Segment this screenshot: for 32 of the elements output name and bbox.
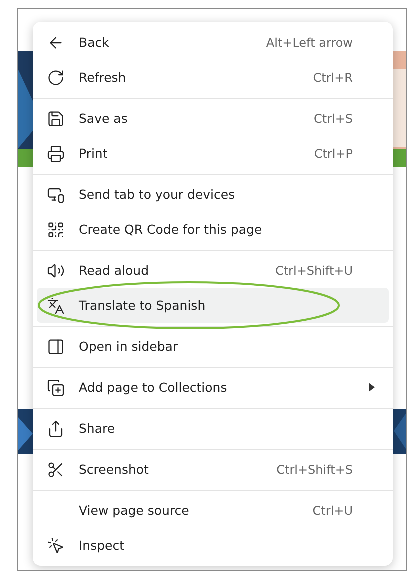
qr-code-icon [47,220,65,238]
menu-item[interactable]: Send tab to your devices [37,177,389,212]
menu-item[interactable]: Read aloud Ctrl+Shift+U [37,253,389,288]
refresh-icon [47,68,65,86]
cursor-icon [47,536,65,554]
collections-add-icon [47,378,65,396]
printer-icon [47,144,65,162]
menu-item[interactable]: Screenshot Ctrl+Shift+S [37,452,389,487]
speaker-icon [47,262,65,280]
menu-item[interactable]: Add page to Collections [37,370,389,405]
devices-icon [47,186,65,204]
menu-item[interactable]: Share [37,411,389,446]
sidebar-icon [47,338,65,356]
shortcut-text: Ctrl+Shift+U [275,264,353,278]
shortcut-text: Ctrl+Shift+S [276,462,353,476]
translate-icon [47,296,65,314]
share-icon [47,420,65,438]
menu-item[interactable]: Back Alt+Left arrow [37,25,389,60]
shortcut-text: Ctrl+S [314,112,353,126]
scissors-icon [47,460,65,478]
menu-item[interactable]: Refresh Ctrl+R [37,60,389,95]
menu-item[interactable]: Create QR Code for this page [37,212,389,247]
menu-item[interactable]: Save as Ctrl+S [37,101,389,136]
shortcut-text: Alt+Left arrow [266,36,353,50]
shortcut-text: Ctrl+P [314,146,353,160]
menu-item[interactable]: Inspect [37,528,389,563]
menu-item[interactable]: Print Ctrl+P [37,136,389,171]
shortcut-text: Ctrl+U [312,504,353,518]
menu-item[interactable]: View page source Ctrl+U [37,493,389,528]
menu-item[interactable]: Open in sidebar [37,329,389,364]
shortcut-text: Ctrl+R [313,70,353,84]
menu-item[interactable]: Translate to Spanish [37,288,389,323]
